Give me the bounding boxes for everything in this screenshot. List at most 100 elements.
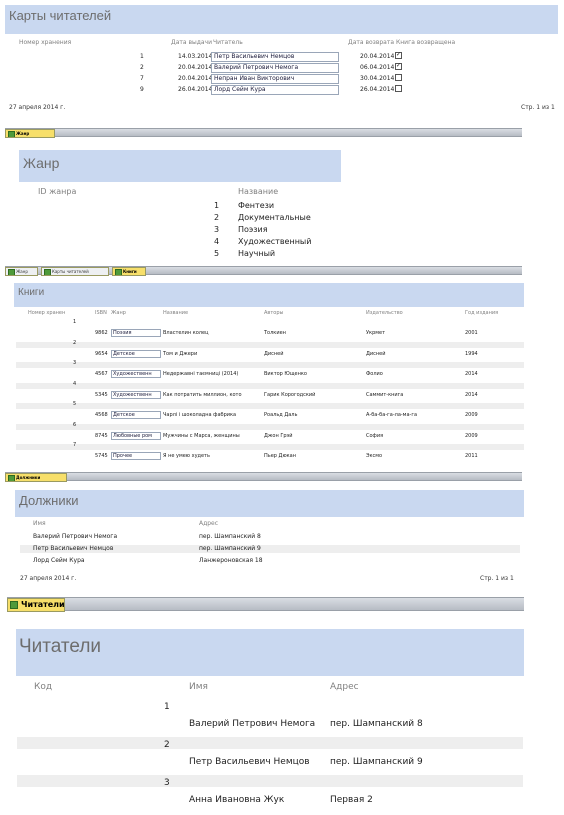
books-row-genre[interactable]: Художественн (111, 390, 161, 399)
genre-row-name: Научный (238, 249, 276, 258)
genre-row-name: Документальные (238, 213, 311, 222)
genre-row-id: 2 (214, 213, 220, 222)
row-separator (16, 341, 524, 348)
books-row-publisher: Фолио (366, 371, 383, 377)
books-row-isbn: 4568 (95, 412, 108, 418)
genre-row-id: 5 (214, 249, 220, 258)
books-row-year: 2014 (465, 371, 478, 377)
row-separator (16, 382, 524, 389)
cards-row-return-date: 06.04.2014 (360, 64, 395, 71)
books-row-genre[interactable]: Детское (111, 411, 161, 419)
books-col-genre: Жанр (111, 310, 126, 316)
debtors-footer-page: Стр. 1 из 1 (480, 575, 514, 582)
books-row-genre[interactable]: Прочее (111, 452, 161, 460)
row-separator (17, 737, 523, 749)
tab-books[interactable]: Книги (112, 267, 146, 276)
books-row-author: Дисней (264, 350, 284, 357)
books-row-author: Пьер Дюкан (264, 453, 297, 459)
tab-genre-label: Жанр (16, 131, 30, 136)
books-row-genre[interactable]: Любовные ром (111, 431, 161, 440)
genre-row-id: 4 (214, 237, 220, 246)
books-row-publisher: Саммит-книга (366, 391, 404, 398)
books-row-number: 2 (73, 339, 77, 346)
cards-col-book-returned: Книга возвращена (396, 39, 456, 46)
tab-reader-cards[interactable]: Карты читателей (41, 267, 109, 276)
tab-debtors-label: Должники (16, 475, 41, 480)
readers-col-name: Имя (189, 682, 208, 692)
readers-row-name: Валерий Петрович Немога (189, 719, 316, 729)
cards-row-return-date: 30.04.2014 (360, 75, 395, 82)
books-row-name: Чарлі і шоколадна фабрика (163, 412, 237, 418)
cards-row-reader[interactable]: Лорд Сейм Кура (211, 85, 339, 95)
report-icon (8, 131, 15, 137)
cards-row-issue-date: 26.04.2014 (178, 86, 213, 93)
books-row-genre[interactable]: Поэзия (111, 329, 161, 337)
books-row-number: 7 (73, 442, 77, 448)
readers-row-name: Петр Васильевич Немцов (189, 757, 310, 767)
tab-bar-readers: Читатели (7, 597, 524, 612)
cards-row-returned-checkbox[interactable] (395, 74, 402, 81)
books-header-band (14, 283, 524, 307)
books-report-title: Книги (18, 287, 45, 298)
books-row-genre[interactable]: Детское (111, 349, 161, 358)
readers-row-address: пер. Шампанский 9 (330, 757, 423, 767)
books-row-publisher: Эксмо (366, 453, 383, 459)
cards-row-return-date: 20.04.2014 (360, 53, 395, 60)
report-icon (44, 269, 51, 275)
books-row-genre[interactable]: Художественн (111, 370, 161, 378)
tab-bar-books: Жанр Карты читателей Книги (5, 266, 522, 276)
cards-row-reader[interactable]: Валерий Петрович Немога (211, 63, 339, 73)
cards-row-returned-checkbox[interactable]: ✓ (395, 63, 402, 70)
books-row-isbn: 4567 (95, 371, 108, 377)
tab-bar-debtors: Должники (5, 472, 522, 482)
books-row-name: Мужчины с Марса, женщины (163, 432, 240, 439)
cards-col-return-date: Дата возврата (348, 39, 395, 46)
books-col-authors: Авторы (264, 310, 284, 316)
readers-row-code: 2 (164, 740, 170, 750)
books-row-author: Роальд Даль (264, 412, 298, 418)
cards-col-reader: Читатель (213, 39, 243, 46)
books-row-publisher: Укрмет (366, 330, 386, 336)
books-row-year: 2011 (465, 453, 478, 459)
books-row-name: Я не умею худеть (163, 453, 210, 459)
cards-row-returned-checkbox[interactable]: ✓ (395, 52, 402, 59)
row-separator (16, 444, 524, 450)
books-row-year: 2001 (465, 330, 478, 336)
books-row-name: Том и Джери (163, 350, 198, 357)
cards-footer-date: 27 апреля 2014 г. (9, 104, 66, 111)
cards-footer-page: Стр. 1 из 1 (521, 104, 555, 111)
tab-genre-label: Жанр (16, 269, 28, 274)
cards-row-number: 1 (140, 53, 144, 60)
books-col-isbn: ISBN (95, 310, 107, 316)
genre-row-name: Поэзия (238, 225, 268, 234)
cards-row-returned-checkbox[interactable] (395, 85, 402, 92)
books-row-author: Гарик Корогодский (264, 391, 316, 398)
debtors-report-title: Должники (19, 493, 79, 508)
books-row-year: 2009 (465, 412, 478, 418)
genre-row-name: Художественный (238, 237, 312, 246)
debtors-col-address: Адрес (199, 520, 219, 527)
cards-col-storage: Номер хранения (19, 39, 72, 46)
readers-report-title: Читатели (19, 636, 102, 657)
readers-row-address: Первая 2 (330, 795, 373, 805)
tab-genre[interactable]: Жанр (5, 129, 55, 138)
cards-row-issue-date: 14.03.2014 (178, 53, 213, 60)
tab-debtors[interactable]: Должники (5, 473, 67, 482)
cards-row-reader[interactable]: Непран Иван Викторович (211, 74, 339, 84)
row-separator (16, 362, 524, 368)
books-col-name: Название (163, 310, 189, 316)
books-row-author: Джон Грэй (264, 432, 293, 439)
cards-row-reader[interactable]: Петр Васильевич Немцов (211, 52, 339, 62)
books-row-number: 5 (73, 401, 77, 407)
debtors-row-address: пер. Шампанский 8 (199, 533, 261, 540)
debtors-row-name: Петр Васильевич Немцов (33, 545, 114, 552)
genre-row-id: 1 (214, 201, 220, 210)
tab-readers[interactable]: Читатели (7, 598, 65, 612)
cards-row-return-date: 26.04.2014 (360, 86, 395, 93)
debtors-footer-date: 27 апреля 2014 г. (20, 575, 77, 582)
report-icon (115, 269, 122, 275)
books-row-number: 4 (73, 380, 77, 387)
genre-report-title: Жанр (23, 155, 60, 171)
tab-genre[interactable]: Жанр (5, 267, 38, 276)
books-row-author: Толкиен (264, 330, 286, 336)
